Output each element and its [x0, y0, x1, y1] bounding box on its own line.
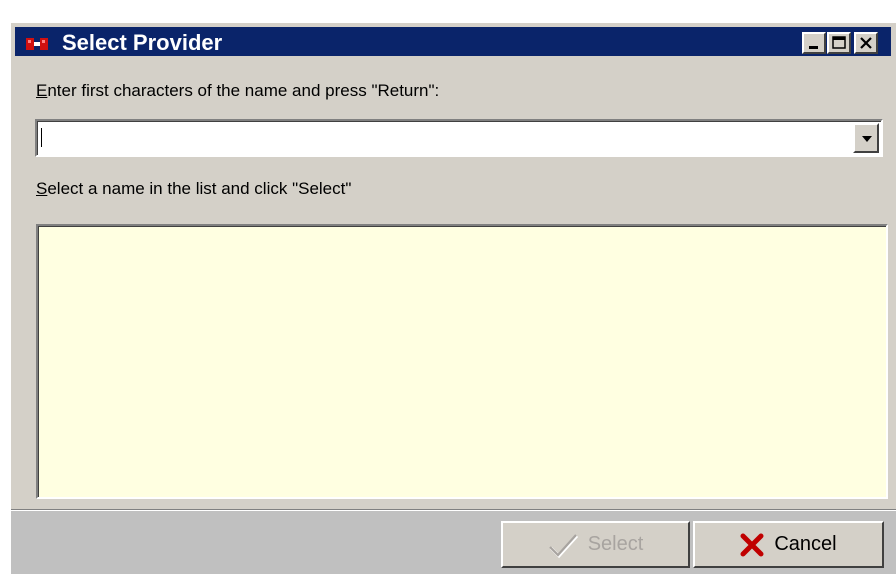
minimize-icon	[809, 46, 818, 49]
cancel-button-label: Cancel	[774, 533, 837, 555]
select-button-label: Select	[587, 533, 644, 555]
list-label-accesskey: S	[36, 179, 48, 198]
list-label: Select a name in the list and click "Sel…	[36, 179, 351, 199]
window-title: Select Provider	[62, 30, 223, 55]
provider-search-combobox[interactable]	[35, 119, 883, 157]
close-button[interactable]	[854, 32, 878, 54]
list-label-text: elect a name in the list and click "Sele…	[47, 179, 352, 198]
maximize-icon	[832, 36, 846, 49]
maximize-button[interactable]	[827, 32, 851, 54]
text-caret	[41, 128, 42, 147]
search-label-text: nter first characters of the name and pr…	[47, 81, 440, 100]
cancel-x-icon	[740, 533, 764, 556]
search-label: Enter first characters of the name and p…	[36, 81, 439, 101]
button-bar: Select Cancel	[11, 510, 896, 574]
title-bar[interactable]: Select Provider	[15, 27, 891, 56]
cancel-button[interactable]: Cancel	[693, 521, 884, 568]
chevron-down-icon	[862, 136, 872, 142]
search-label-accesskey: E	[36, 81, 48, 100]
select-button[interactable]: Select	[501, 521, 690, 568]
app-icon	[26, 38, 48, 50]
close-icon	[860, 37, 872, 49]
provider-search-input[interactable]	[40, 124, 840, 152]
provider-list[interactable]	[36, 224, 888, 499]
minimize-button[interactable]	[802, 32, 826, 54]
checkmark-icon	[548, 533, 578, 558]
dropdown-button[interactable]	[853, 123, 879, 153]
select-provider-dialog: Select Provider Enter first characters o…	[10, 22, 896, 574]
